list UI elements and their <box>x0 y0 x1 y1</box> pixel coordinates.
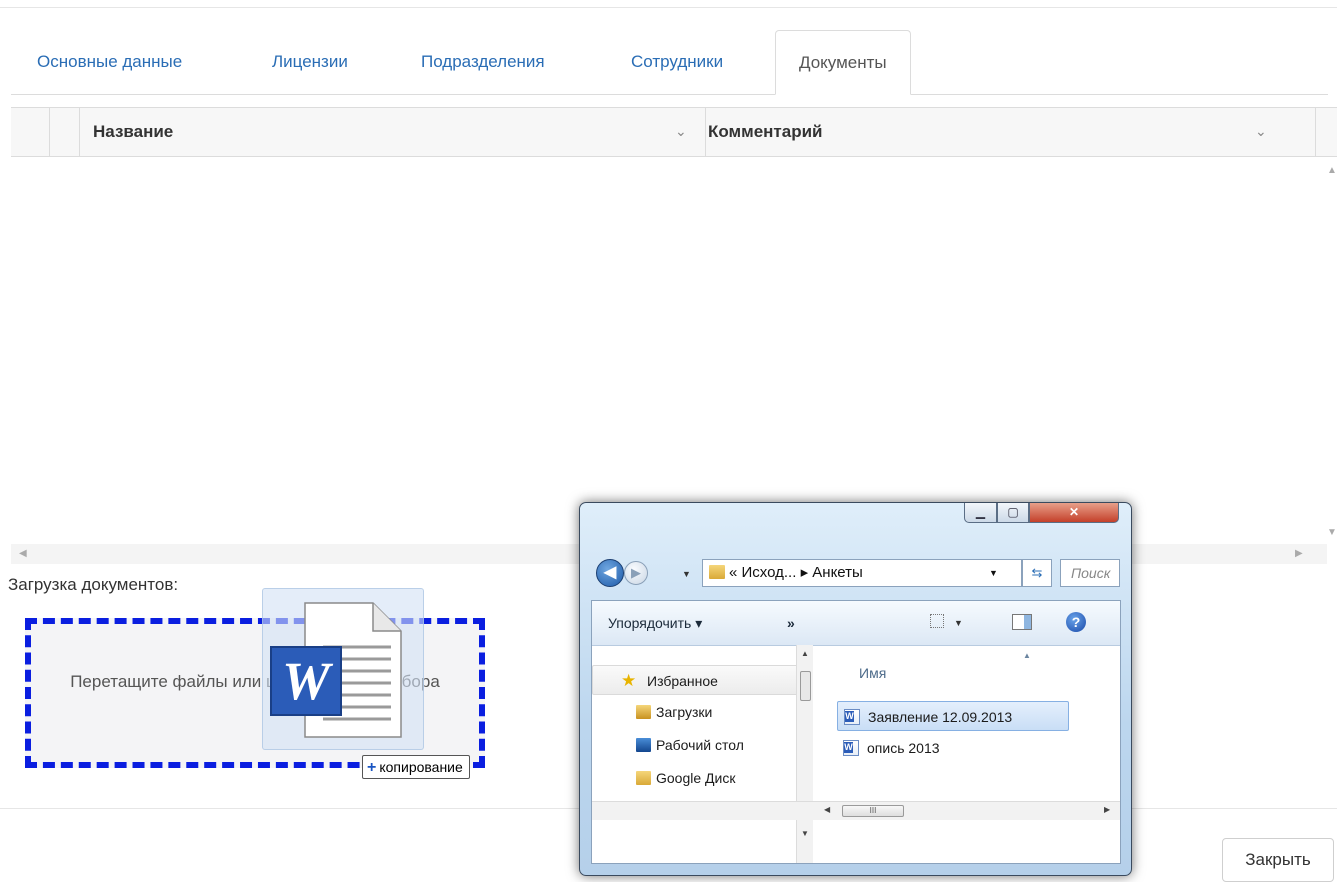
view-dropdown-icon[interactable]: ▼ <box>954 601 963 645</box>
preview-pane-icon[interactable] <box>1012 614 1032 630</box>
tab-employees[interactable]: Сотрудники <box>608 30 746 93</box>
back-arrow-icon[interactable]: ◀ <box>596 559 624 587</box>
file-name: опись 2013 <box>867 740 940 756</box>
documents-grid: Название ⌄ Комментарий ⌄ ▲ ▼ ◀ ▶ <box>11 107 1337 564</box>
nav-item-downloads[interactable]: Загрузки <box>592 697 804 727</box>
close-window-button[interactable]: ✕ <box>1029 503 1119 523</box>
file-explorer-window[interactable]: ▁ ▢ ✕ ◀ ▶ ▼ « Исход... ▸ Анкеты ▼ ⇆ Поис… <box>579 502 1132 876</box>
scroll-up-icon[interactable]: ▲ <box>1327 165 1337 176</box>
copy-drag-label: копирование <box>379 759 463 775</box>
scroll-thumb[interactable]: III <box>842 805 904 817</box>
explorer-horizontal-scrollbar[interactable]: ◀ III ▶ <box>592 801 1120 820</box>
nav-item-desktop[interactable]: Рабочий стол <box>592 730 804 760</box>
scroll-down-icon[interactable]: ▼ <box>1327 527 1337 538</box>
address-prefix: « <box>729 564 738 581</box>
downloads-folder-icon <box>636 705 651 719</box>
search-input[interactable]: Поиск <box>1060 559 1120 587</box>
sort-ascending-icon: ▲ <box>1023 651 1031 660</box>
column-title-name: Название <box>93 122 174 141</box>
explorer-body: Упорядочить ▾ » ▼ ? ★ Избранное Загрузки… <box>591 600 1121 864</box>
star-icon: ★ <box>621 671 637 690</box>
top-divider <box>0 7 1337 8</box>
refresh-icon[interactable]: ⇆ <box>1022 559 1052 587</box>
tab-documents[interactable]: Документы <box>775 30 911 95</box>
forward-arrow-icon[interactable]: ▶ <box>624 561 648 585</box>
file-item[interactable]: опись 2013 <box>837 733 1069 763</box>
svg-text:W: W <box>282 651 334 711</box>
chevron-down-icon: ▾ <box>695 615 703 631</box>
row-indicator-header <box>11 108 50 156</box>
copy-drag-badge: + копирование <box>362 755 470 779</box>
tab-main-data[interactable]: Основные данные <box>14 30 205 93</box>
more-commands-button[interactable]: » <box>787 601 795 645</box>
scroll-left-icon[interactable]: ◀ <box>824 805 830 814</box>
tab-bar: Основные данные Лицензии Подразделения С… <box>11 30 1328 95</box>
nav-label: Избранное <box>647 673 718 689</box>
scroll-thumb[interactable] <box>800 671 811 701</box>
address-segment[interactable]: Анкеты <box>812 564 863 581</box>
word-document-icon <box>843 740 859 756</box>
recent-pages-chevron-icon[interactable]: ▼ <box>682 569 691 579</box>
column-header-name[interactable]: Название ⌄ <box>79 108 706 156</box>
address-bar[interactable]: « Исход... ▸ Анкеты ▼ <box>702 559 1022 587</box>
scroll-up-icon[interactable]: ▲ <box>801 649 809 658</box>
vertical-scrollbar[interactable]: ▲ ▼ <box>1327 157 1337 552</box>
file-item[interactable]: Заявление 12.09.2013 <box>837 701 1069 731</box>
maximize-button[interactable]: ▢ <box>997 503 1029 523</box>
nav-label: Загрузки <box>656 704 713 720</box>
column-header-comment[interactable]: Комментарий ⌄ <box>705 108 1316 156</box>
window-controls: ▁ ▢ ✕ <box>964 503 1119 525</box>
scroll-right-icon[interactable]: ▶ <box>1295 548 1303 559</box>
nav-scrollbar[interactable]: ▲ ▼ <box>796 645 813 863</box>
desktop-icon <box>636 738 651 752</box>
folder-icon <box>709 565 725 579</box>
tab-licenses[interactable]: Лицензии <box>249 30 371 93</box>
explorer-toolbar: Упорядочить ▾ » ▼ ? <box>592 601 1120 646</box>
close-button[interactable]: Закрыть <box>1222 838 1334 882</box>
address-dropdown-icon[interactable]: ▼ <box>989 560 998 586</box>
scroll-down-icon[interactable]: ▼ <box>801 829 809 838</box>
file-name: Заявление 12.09.2013 <box>868 709 1013 725</box>
nav-item-favorites[interactable]: ★ Избранное <box>592 665 802 695</box>
word-document-icon: W <box>262 588 424 750</box>
nav-label: Рабочий стол <box>656 737 744 753</box>
organize-label: Упорядочить <box>608 615 692 631</box>
help-icon[interactable]: ? <box>1066 612 1086 632</box>
minimize-button[interactable]: ▁ <box>964 503 997 523</box>
column-header-name[interactable]: Имя <box>859 665 886 681</box>
address-segment[interactable]: Исход... <box>742 564 797 581</box>
breadcrumb-separator-icon[interactable]: ▸ <box>801 564 809 581</box>
folder-icon <box>636 771 651 785</box>
scroll-right-icon[interactable]: ▶ <box>1104 805 1110 814</box>
view-options-icon[interactable] <box>930 614 944 628</box>
tab-departments[interactable]: Подразделения <box>398 30 568 93</box>
file-list-pane: ▲ Имя Заявление 12.09.2013 опись 2013 <box>813 645 1120 863</box>
scroll-left-icon[interactable]: ◀ <box>19 548 27 559</box>
grid-header: Название ⌄ Комментарий ⌄ <box>11 108 1337 157</box>
nav-label: Google Диск <box>656 770 736 786</box>
organize-button[interactable]: Упорядочить ▾ <box>608 601 702 645</box>
upload-label: Загрузка документов: <box>8 575 179 594</box>
chevron-down-icon[interactable]: ⌄ <box>1255 108 1267 156</box>
word-document-icon <box>844 709 860 725</box>
chevron-down-icon[interactable]: ⌄ <box>675 108 687 156</box>
navigation-pane: ★ Избранное Загрузки Рабочий стол Google… <box>592 645 813 863</box>
plus-icon: + <box>367 759 377 776</box>
select-column-header[interactable] <box>49 108 80 156</box>
nav-item-google-drive[interactable]: Google Диск <box>592 763 804 793</box>
column-title-comment: Комментарий <box>708 122 823 141</box>
